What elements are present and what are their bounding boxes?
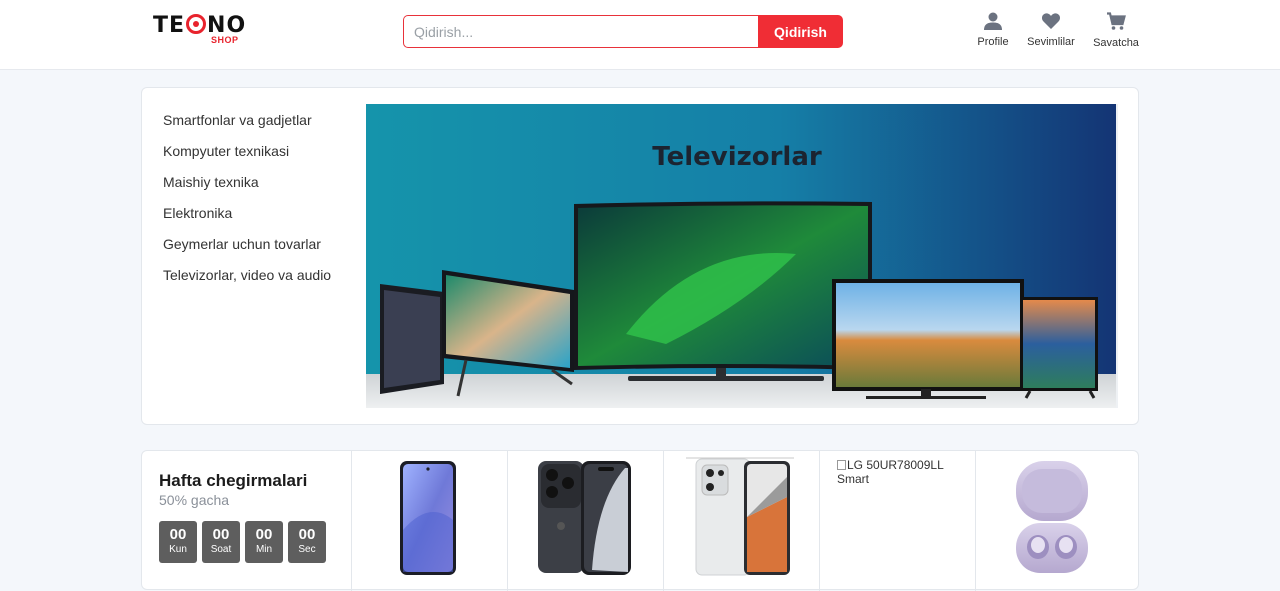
timer-value: 00	[255, 526, 273, 543]
timer-label: Sec	[298, 544, 316, 555]
timer-seconds: 00 Sec	[288, 521, 326, 563]
product-image	[1016, 461, 1088, 573]
product-alt-text: LG 50UR78009LL Smart	[837, 458, 944, 486]
deals-info: Hafta chegirmalari 50% gacha 00 Kun 00 S…	[142, 451, 352, 591]
deal-product-card[interactable]	[664, 451, 820, 591]
deal-product-card[interactable]	[976, 451, 1132, 591]
category-menu: Smartfonlar va gadjetlar Kompyuter texni…	[163, 110, 331, 296]
countdown-timer: 00 Kun 00 Soat 00 Min 00 Sec	[159, 521, 326, 563]
search-bar: Qidirish	[403, 15, 843, 48]
promo-banner[interactable]: Televizorlar	[366, 104, 1118, 408]
timer-value: 00	[298, 526, 316, 543]
timer-label: Kun	[169, 544, 187, 555]
timer-hours: 00 Soat	[202, 521, 240, 563]
timer-value: 00	[212, 526, 230, 543]
deals-title: Hafta chegirmalari	[159, 471, 308, 490]
cart-icon	[1107, 12, 1126, 30]
search-button[interactable]: Qidirish	[758, 15, 843, 48]
logo-subtitle: SHOP	[211, 35, 239, 45]
header-profile[interactable]: Profile	[975, 12, 1011, 48]
heart-icon	[1041, 13, 1061, 29]
category-item[interactable]: Elektronika	[163, 203, 331, 234]
deal-product-card[interactable]	[352, 451, 508, 591]
timer-minutes: 00 Min	[245, 521, 283, 563]
logo-ring-icon	[186, 14, 207, 34]
header-profile-label: Profile	[977, 36, 1009, 48]
timer-label: Min	[255, 544, 273, 555]
product-image	[400, 461, 456, 575]
timer-value: 00	[169, 526, 187, 543]
hero-section: Smartfonlar va gadjetlar Kompyuter texni…	[141, 87, 1139, 425]
deal-product-card[interactable]: LG 50UR78009LL Smart	[820, 451, 976, 591]
timer-days: 00 Kun	[159, 521, 197, 563]
product-image-alt: LG 50UR78009LL Smart	[837, 458, 967, 486]
category-item[interactable]: Televizorlar, video va audio	[163, 265, 331, 296]
category-item[interactable]: Kompyuter texnikasi	[163, 141, 331, 172]
product-image	[686, 457, 794, 576]
site-header: TENO SHOP Qidirish Profile Sevimlilar Sa…	[0, 0, 1280, 70]
banner-title: Televizorlar	[652, 142, 822, 172]
category-item[interactable]: Smartfonlar va gadjetlar	[163, 110, 331, 141]
site-logo[interactable]: TE NO SHOP	[153, 13, 257, 47]
header-favorites-label: Sevimlilar	[1027, 36, 1075, 48]
product-image	[538, 461, 631, 575]
search-input[interactable]	[403, 15, 759, 48]
user-icon	[984, 12, 1002, 30]
deals-subtitle: 50% gacha	[159, 492, 230, 508]
header-cart-label: Savatcha	[1093, 37, 1139, 49]
category-item[interactable]: Geymerlar uchun tovarlar	[163, 234, 331, 265]
header-cart[interactable]: Savatcha	[1093, 12, 1139, 49]
category-item[interactable]: Maishiy texnika	[163, 172, 331, 203]
weekly-deals: Hafta chegirmalari 50% gacha 00 Kun 00 S…	[141, 450, 1139, 591]
header-favorites[interactable]: Sevimlilar	[1026, 12, 1076, 48]
timer-label: Soat	[210, 544, 232, 555]
broken-image-icon	[837, 460, 846, 470]
deal-product-card[interactable]	[508, 451, 664, 591]
